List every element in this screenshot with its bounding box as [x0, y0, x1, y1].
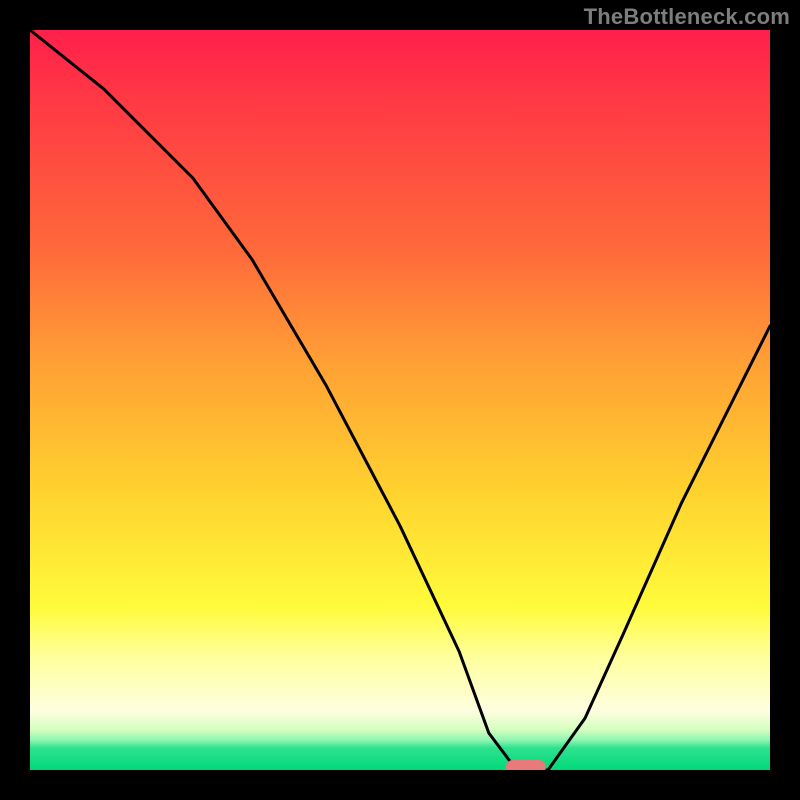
optimal-marker [506, 760, 546, 770]
watermark-text: TheBottleneck.com [584, 4, 790, 30]
bottleneck-curve [30, 30, 770, 770]
plot-area [30, 30, 770, 770]
curve-path [30, 30, 770, 770]
chart-frame: TheBottleneck.com [0, 0, 800, 800]
